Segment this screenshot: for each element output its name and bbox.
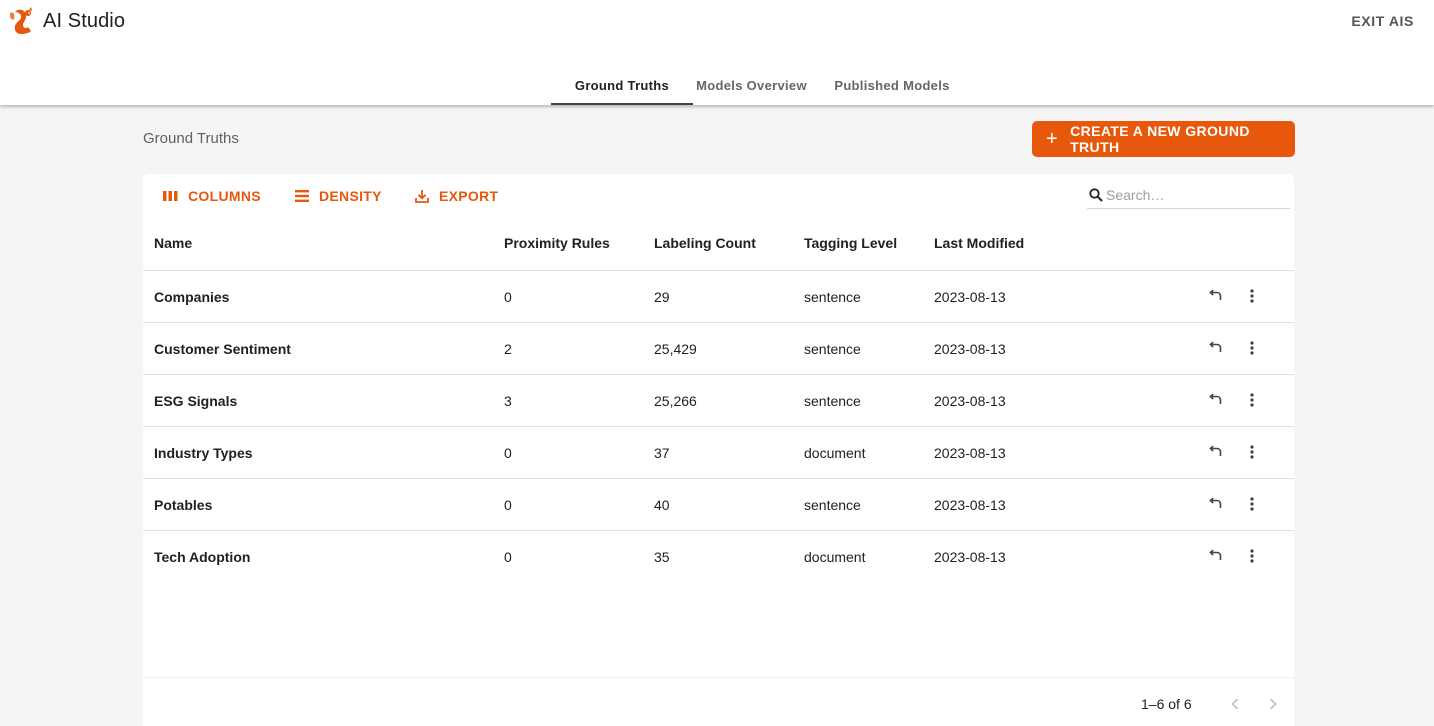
column-header-last-modified[interactable]: Last Modified <box>934 235 1024 251</box>
cell-last-modified: 2023-08-13 <box>934 445 1006 461</box>
download-icon <box>415 190 429 203</box>
row-menu-button[interactable] <box>1242 338 1262 358</box>
cell-labeling-count: 37 <box>654 445 670 461</box>
table-row[interactable]: Industry Types 0 37 document 2023-08-13 <box>143 427 1294 479</box>
more-vert-icon <box>1250 289 1254 303</box>
chevron-right-icon <box>1269 698 1277 710</box>
ground-truths-table-card: COLUMNS DENSITY EXPORT Name Proximity Ru… <box>143 174 1294 726</box>
chevron-left-icon <box>1231 698 1239 710</box>
column-header-name[interactable]: Name <box>154 235 192 251</box>
table-row[interactable]: ESG Signals 3 25,266 sentence 2023-08-13 <box>143 375 1294 427</box>
cell-tagging-level: document <box>804 445 866 461</box>
cell-proximity-rules: 0 <box>504 549 512 565</box>
next-page-button[interactable] <box>1263 694 1283 714</box>
cell-labeling-count: 25,429 <box>654 341 697 357</box>
page-title: Ground Truths <box>143 130 239 147</box>
row-action-button[interactable] <box>1205 546 1225 566</box>
main-tabs: Ground Truths Models Overview Published … <box>551 66 974 105</box>
row-action-button[interactable] <box>1205 442 1225 462</box>
app-bar: AI Studio EXIT AIS Ground Truths Models … <box>0 0 1434 105</box>
create-ground-truth-button[interactable]: + CREATE A NEW GROUND TRUTH <box>1032 121 1295 157</box>
density-icon <box>295 190 309 202</box>
row-menu-button[interactable] <box>1242 494 1262 514</box>
cell-tagging-level: sentence <box>804 341 861 357</box>
row-action-button[interactable] <box>1205 338 1225 358</box>
tab-ground-truths[interactable]: Ground Truths <box>551 66 693 105</box>
row-action-button[interactable] <box>1205 286 1225 306</box>
cell-labeling-count: 25,266 <box>654 393 697 409</box>
exit-ais-button[interactable]: EXIT AIS <box>1351 13 1414 29</box>
reply-icon <box>1209 550 1222 560</box>
columns-label: COLUMNS <box>188 188 261 204</box>
brand[interactable]: AI Studio <box>7 6 125 36</box>
cell-last-modified: 2023-08-13 <box>934 497 1006 513</box>
more-vert-icon <box>1250 393 1254 407</box>
tab-published-models[interactable]: Published Models <box>810 66 974 105</box>
cell-last-modified: 2023-08-13 <box>934 341 1006 357</box>
previous-page-button[interactable] <box>1225 694 1245 714</box>
create-ground-truth-label: CREATE A NEW GROUND TRUTH <box>1070 123 1250 155</box>
row-menu-button[interactable] <box>1242 442 1262 462</box>
more-vert-icon <box>1250 445 1254 459</box>
columns-icon <box>163 191 178 201</box>
density-button[interactable]: DENSITY <box>295 185 382 207</box>
cell-proximity-rules: 2 <box>504 341 512 357</box>
cell-last-modified: 2023-08-13 <box>934 289 1006 305</box>
reply-icon <box>1209 498 1222 508</box>
squirrel-logo-icon <box>9 7 32 34</box>
cell-labeling-count: 40 <box>654 497 670 513</box>
row-menu-button[interactable] <box>1242 286 1262 306</box>
reply-icon <box>1209 290 1222 300</box>
pagination-range: 1–6 of 6 <box>1141 696 1192 712</box>
cell-name: Tech Adoption <box>154 549 251 565</box>
row-action-button[interactable] <box>1205 390 1225 410</box>
column-header-proximity-rules[interactable]: Proximity Rules <box>504 235 610 251</box>
more-vert-icon <box>1250 549 1254 563</box>
row-action-button[interactable] <box>1205 494 1225 514</box>
search-box <box>1087 182 1290 209</box>
cell-tagging-level: document <box>804 549 866 565</box>
cell-last-modified: 2023-08-13 <box>934 393 1006 409</box>
cell-tagging-level: sentence <box>804 393 861 409</box>
cell-last-modified: 2023-08-13 <box>934 549 1006 565</box>
cell-name: ESG Signals <box>154 393 238 409</box>
table-row[interactable]: Companies 0 29 sentence 2023-08-13 <box>143 271 1294 323</box>
plus-icon: + <box>1046 128 1059 150</box>
reply-icon <box>1209 394 1222 404</box>
more-vert-icon <box>1250 497 1254 511</box>
row-menu-button[interactable] <box>1242 546 1262 566</box>
cell-proximity-rules: 3 <box>504 393 512 409</box>
table-row[interactable]: Potables 0 40 sentence 2023-08-13 <box>143 479 1294 531</box>
cell-tagging-level: sentence <box>804 289 861 305</box>
search-input[interactable] <box>1106 187 1281 203</box>
cell-proximity-rules: 0 <box>504 289 512 305</box>
row-menu-button[interactable] <box>1242 390 1262 410</box>
footer-divider <box>143 677 1294 678</box>
columns-button[interactable]: COLUMNS <box>163 185 261 207</box>
reply-icon <box>1209 446 1222 456</box>
cell-name: Customer Sentiment <box>154 341 291 357</box>
reply-icon <box>1209 342 1222 352</box>
export-button[interactable]: EXPORT <box>415 185 498 207</box>
column-header-labeling-count[interactable]: Labeling Count <box>654 235 756 251</box>
cell-tagging-level: sentence <box>804 497 861 513</box>
cell-name: Potables <box>154 497 213 513</box>
export-label: EXPORT <box>439 188 499 204</box>
cell-name: Companies <box>154 289 230 305</box>
table-row[interactable]: Tech Adoption 0 35 document 2023-08-13 <box>143 531 1294 583</box>
column-header-tagging-level[interactable]: Tagging Level <box>804 235 897 251</box>
cell-name: Industry Types <box>154 445 253 461</box>
cell-labeling-count: 29 <box>654 289 670 305</box>
density-label: DENSITY <box>319 188 382 204</box>
app-title: AI Studio <box>43 9 126 32</box>
tab-models-overview[interactable]: Models Overview <box>693 66 810 105</box>
table-row[interactable]: Customer Sentiment 2 25,429 sentence 202… <box>143 323 1294 375</box>
more-vert-icon <box>1250 341 1254 355</box>
cell-proximity-rules: 0 <box>504 445 512 461</box>
cell-labeling-count: 35 <box>654 549 670 565</box>
cell-proximity-rules: 0 <box>504 497 512 513</box>
search-icon <box>1089 188 1103 202</box>
